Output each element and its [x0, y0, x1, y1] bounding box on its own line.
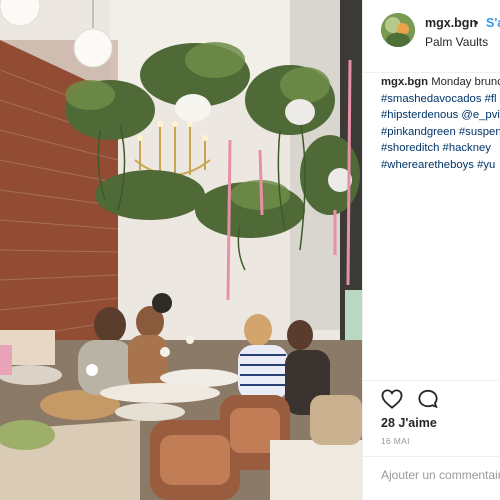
caption-line-1: mgx.bgn Monday brunch: [381, 74, 500, 91]
caption-text: Monday brunch: [431, 76, 500, 88]
separator-dot: •: [474, 16, 479, 30]
follow-button[interactable]: S'abonner: [486, 16, 500, 30]
caption-hashtags[interactable]: #wherearetheboys #yu: [381, 157, 500, 174]
caption-hashtags[interactable]: #hipsterdenous @e_pvi: [381, 107, 500, 124]
heart-icon[interactable]: [381, 389, 403, 409]
post-date: 16 MAI: [381, 436, 410, 446]
caption-hashtags[interactable]: #shoreditch #hackney: [381, 140, 500, 157]
caption-username[interactable]: mgx.bgn: [381, 76, 428, 88]
action-divider: [363, 380, 500, 382]
post-photo[interactable]: [0, 0, 362, 500]
comment-input[interactable]: [381, 468, 500, 482]
avatar-image: [381, 13, 415, 47]
username[interactable]: mgx.bgn: [425, 16, 477, 30]
caption-hashtags[interactable]: #pinkandgreen #suspen: [381, 124, 500, 141]
like-count[interactable]: 28 J'aime: [381, 416, 437, 430]
comment-icon[interactable]: [417, 389, 439, 409]
caption-hashtags[interactable]: #smashedavocados #fl: [381, 91, 500, 108]
cafe-interior-image: [0, 0, 362, 500]
post-sidebar: mgx.bgn • S'abonner Palm Vaults mgx.bgn …: [362, 0, 500, 500]
post-caption: mgx.bgn Monday brunch #smashedavocados #…: [381, 74, 500, 174]
avatar[interactable]: [381, 13, 415, 47]
location-link[interactable]: Palm Vaults: [425, 35, 488, 49]
